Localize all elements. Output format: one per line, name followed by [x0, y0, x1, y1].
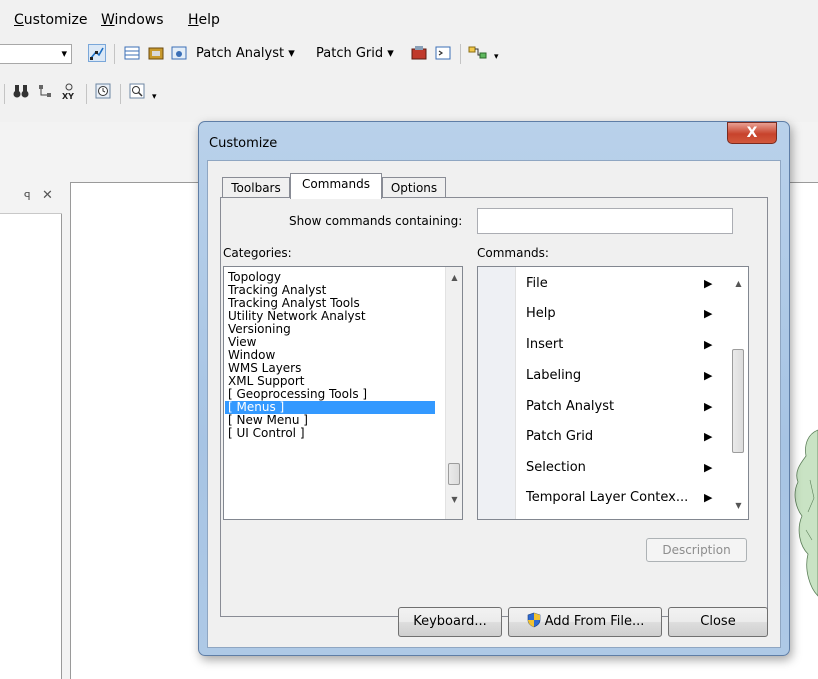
- submenu-arrow-icon: ▶: [704, 491, 713, 504]
- scroll-thumb[interactable]: [448, 463, 460, 485]
- panel-header: ꟼ ✕: [0, 182, 62, 214]
- go-to-xy-icon[interactable]: XY: [60, 82, 78, 101]
- submenu-arrow-icon: ▶: [704, 307, 713, 320]
- svg-text:XY: XY: [62, 92, 74, 100]
- scroll-up-icon[interactable]: ▲: [446, 269, 462, 286]
- results-window-icon[interactable]: [170, 44, 188, 62]
- add-from-file-button[interactable]: Add From File...: [508, 607, 662, 637]
- toolbar-separator: [120, 84, 121, 104]
- scroll-down-icon[interactable]: ▼: [446, 491, 462, 508]
- submenu-arrow-icon: ▶: [704, 369, 713, 382]
- patch-analyst-menu[interactable]: Patch Analyst ▾: [196, 46, 295, 61]
- command-item-selection[interactable]: Selection ▶: [526, 453, 722, 483]
- menu-bar: Customize Windows Help: [0, 0, 818, 36]
- model-builder-icon[interactable]: [468, 44, 487, 62]
- edit-vertices-icon[interactable]: [88, 44, 106, 62]
- menu-customize[interactable]: Customize: [14, 12, 88, 28]
- find-route-icon[interactable]: [36, 82, 54, 100]
- close-icon[interactable]: ✕: [42, 188, 53, 203]
- patch-grid-menu[interactable]: Patch Grid ▾: [316, 46, 394, 61]
- map-feature-shape: [794, 429, 818, 597]
- command-item-help[interactable]: Help ▶: [526, 299, 722, 329]
- toolbar-separator: [4, 84, 5, 104]
- pin-icon[interactable]: ꟼ: [24, 190, 31, 203]
- toolbar-tools: [0, 72, 818, 122]
- show-commands-input[interactable]: [477, 208, 733, 234]
- commands-list[interactable]: File ▶ Help ▶ Insert ▶ Labeling ▶ Patch Anal…: [477, 266, 749, 520]
- commands-tab-content: Show commands containing: Categories: Co…: [221, 198, 767, 616]
- keyboard-button[interactable]: Keyboard...: [398, 607, 502, 637]
- submenu-arrow-icon: ▶: [704, 461, 713, 474]
- dialog-client-area: Toolbars Commands Options Show commands …: [207, 160, 781, 648]
- menu-windows[interactable]: Windows: [101, 12, 164, 28]
- submenu-arrow-icon: ▶: [704, 430, 713, 443]
- dialog-close-button[interactable]: X: [727, 122, 777, 144]
- submenu-arrow-icon: ▶: [704, 277, 713, 290]
- description-button[interactable]: Description: [646, 538, 747, 562]
- tab-options[interactable]: Options: [382, 177, 446, 199]
- command-item-insert[interactable]: Insert ▶: [526, 330, 722, 360]
- close-button[interactable]: Close: [668, 607, 768, 637]
- toolbox-icon[interactable]: [147, 44, 165, 62]
- categories-list[interactable]: Topology Tracking Analyst Tracking Analy…: [223, 266, 463, 520]
- table-of-contents-panel: [0, 182, 62, 679]
- commands-scrollbar[interactable]: ▲ ▼: [730, 267, 747, 519]
- command-item-file[interactable]: File ▶: [526, 269, 722, 299]
- tab-commands[interactable]: Commands: [290, 173, 382, 199]
- toolbar-overflow-icon[interactable]: ▾: [152, 92, 157, 102]
- scroll-down-icon[interactable]: ▼: [730, 497, 747, 514]
- patch-tool-icon[interactable]: [410, 44, 428, 62]
- toolbar-separator: [460, 44, 461, 64]
- layer-combo[interactable]: ▾: [0, 44, 72, 64]
- tab-toolbars[interactable]: Toolbars: [222, 177, 290, 199]
- submenu-arrow-icon: ▶: [704, 338, 713, 351]
- categories-label: Categories:: [223, 246, 292, 260]
- toolbar-separator: [114, 44, 115, 64]
- scroll-up-icon[interactable]: ▲: [730, 275, 747, 292]
- attribute-table-icon[interactable]: [123, 44, 141, 62]
- scroll-thumb[interactable]: [732, 349, 744, 453]
- toolbar-separator: [86, 84, 87, 104]
- command-item-patch-grid[interactable]: Patch Grid ▶: [526, 422, 722, 452]
- create-viewer-window-icon[interactable]: [128, 82, 146, 100]
- command-item-temporal-layer[interactable]: Temporal Layer Contex... ▶: [526, 483, 722, 513]
- show-commands-label: Show commands containing:: [289, 214, 463, 228]
- command-item-labeling[interactable]: Labeling ▶: [526, 361, 722, 391]
- list-item[interactable]: [ UI Control ]: [228, 427, 305, 440]
- dialog-title: Customize: [209, 136, 278, 151]
- submenu-arrow-icon: ▶: [704, 400, 713, 413]
- time-slider-icon[interactable]: [94, 82, 112, 100]
- command-line-icon[interactable]: [434, 44, 452, 62]
- toolbar-overflow-icon[interactable]: ▾: [494, 52, 499, 62]
- customize-dialog: Customize X Toolbars Commands Options Sh…: [198, 121, 790, 656]
- find-binoculars-icon[interactable]: [12, 82, 30, 100]
- command-item-patch-analyst[interactable]: Patch Analyst ▶: [526, 392, 722, 422]
- menu-help[interactable]: Help: [188, 12, 220, 28]
- commands-label: Commands:: [477, 246, 549, 260]
- categories-scrollbar[interactable]: ▲ ▼: [445, 267, 462, 519]
- commands-icon-gutter: [478, 267, 516, 519]
- uac-shield-icon: [527, 612, 540, 628]
